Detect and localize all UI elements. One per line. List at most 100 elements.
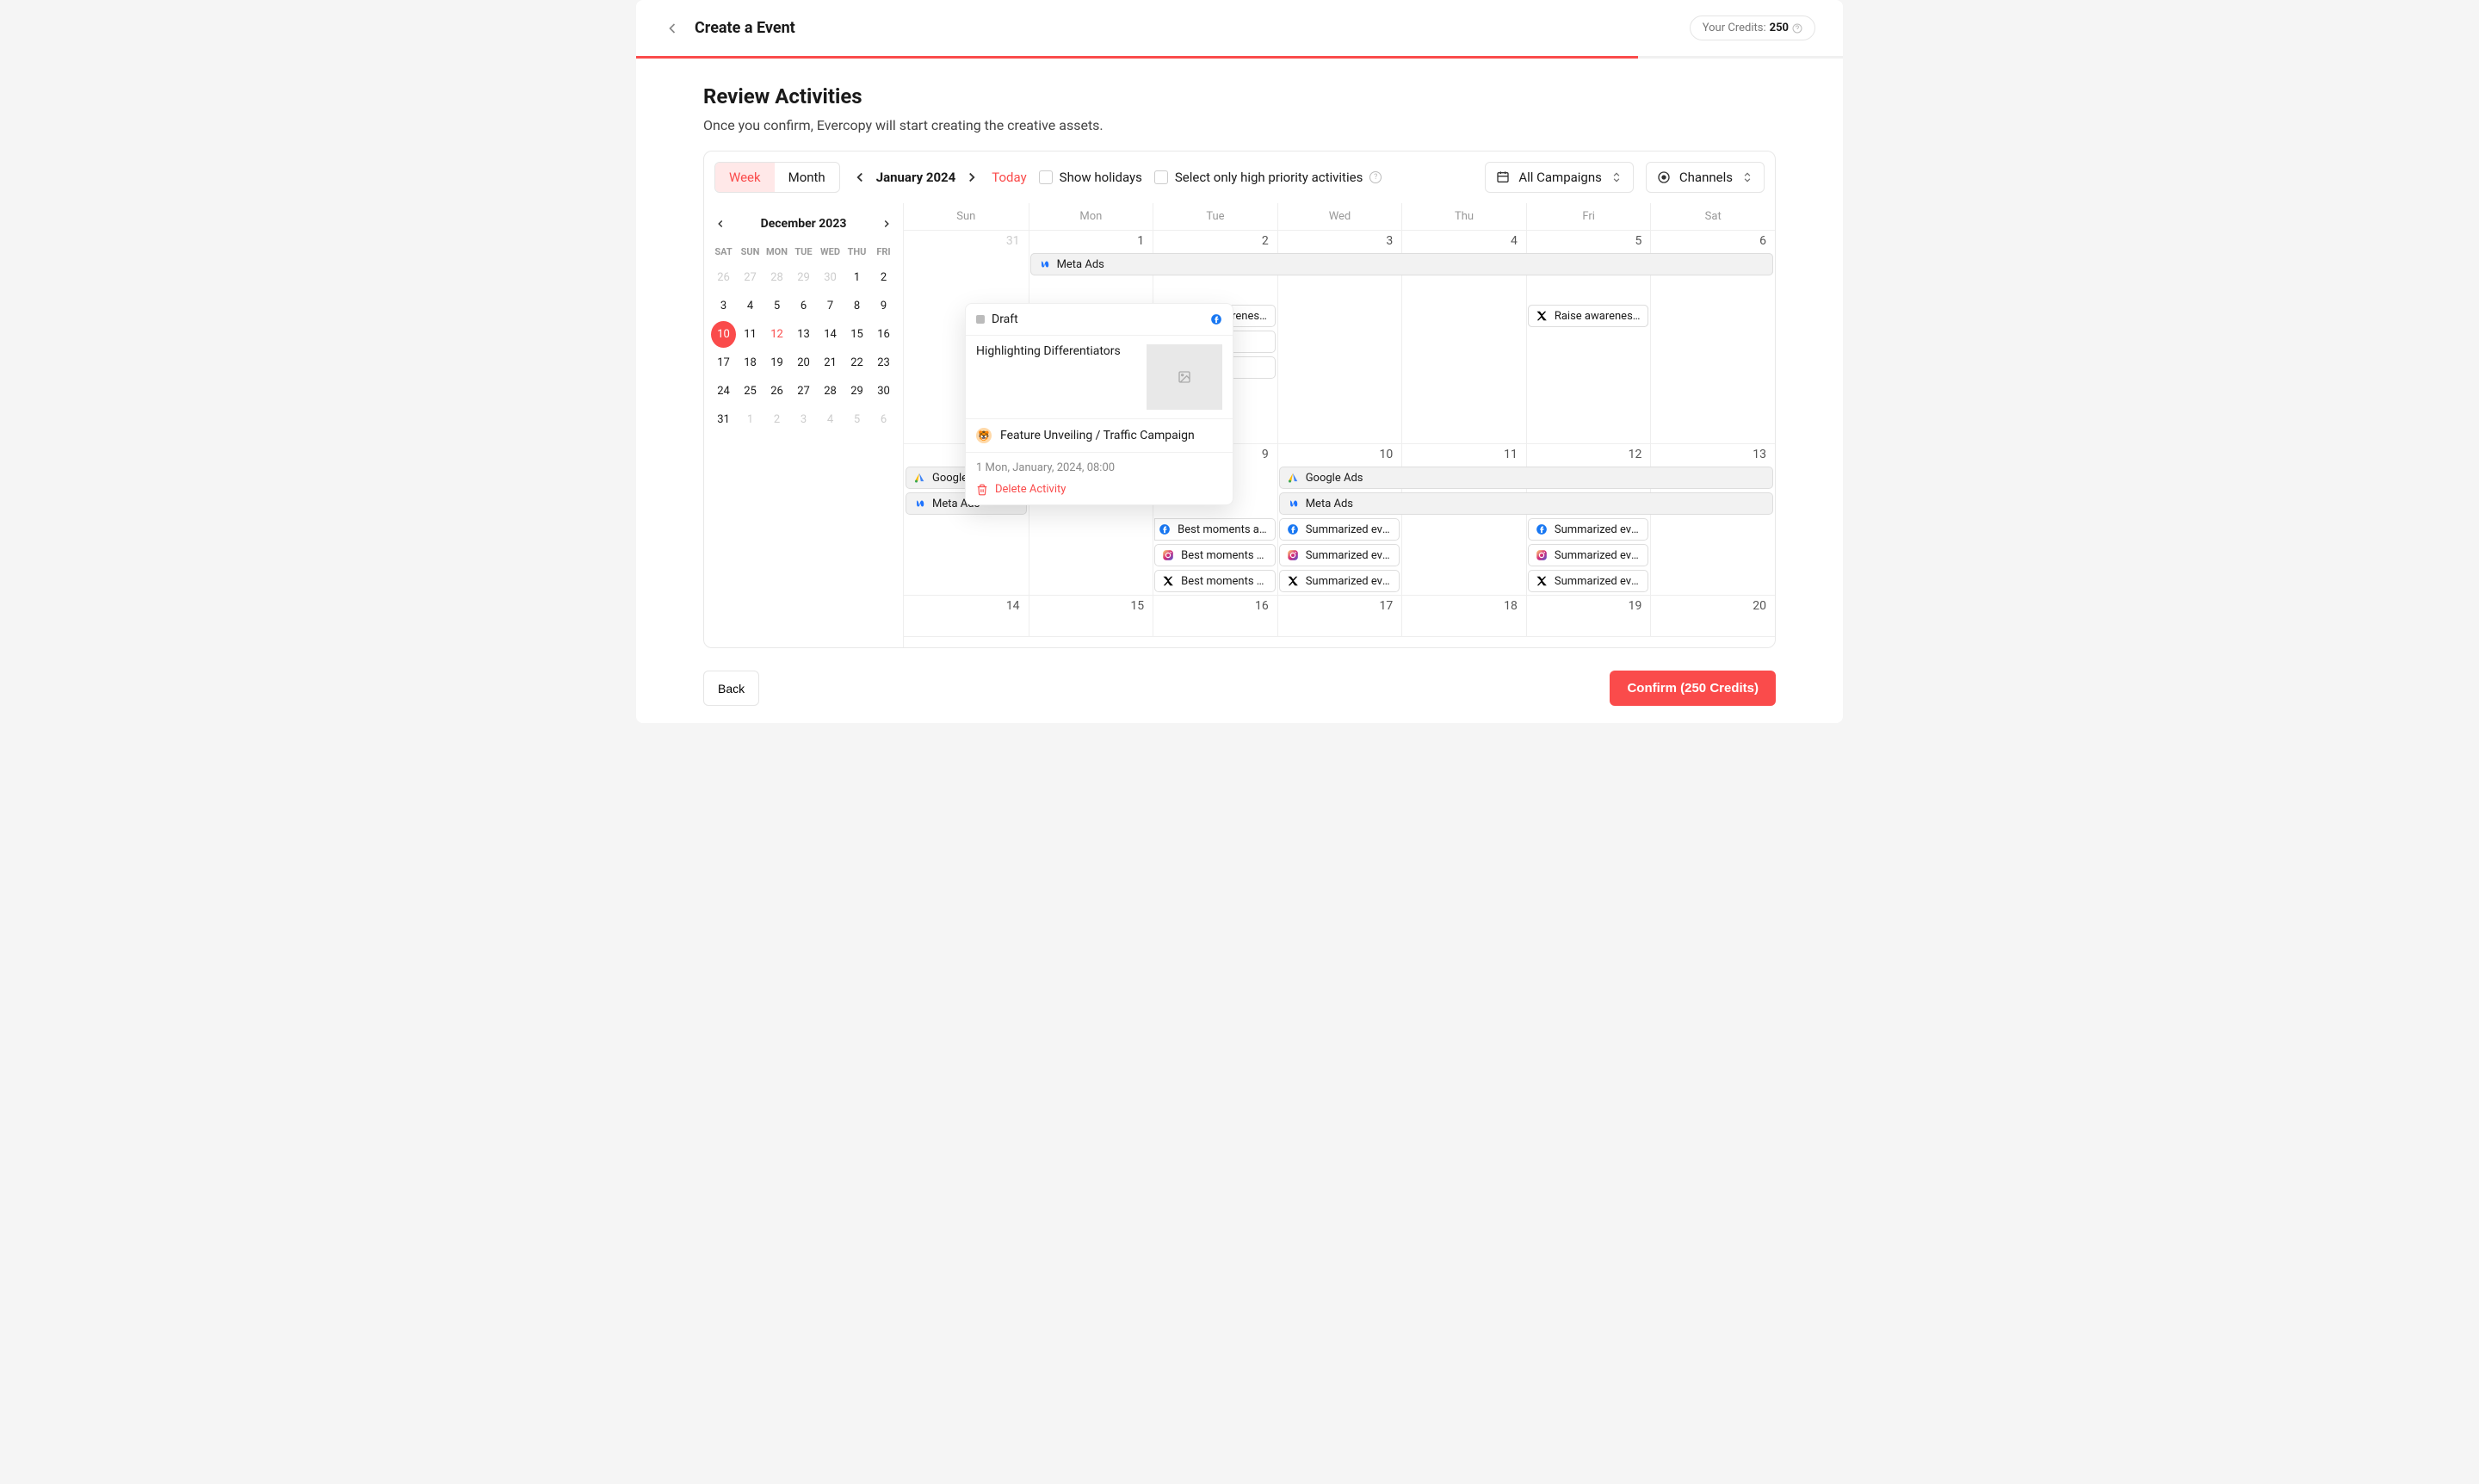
dow-header: Sun bbox=[904, 203, 1029, 230]
mini-day[interactable]: 10 bbox=[711, 321, 736, 348]
activity-chip[interactable]: Raise awareness ab... bbox=[1528, 305, 1649, 327]
activity-chip[interactable]: Best moments and i... bbox=[1154, 570, 1276, 592]
campaigns-dropdown[interactable]: All Campaigns bbox=[1485, 162, 1634, 193]
mini-day[interactable]: 2 bbox=[764, 406, 789, 433]
mini-day[interactable]: 12 bbox=[764, 321, 789, 348]
show-holidays-checkbox[interactable]: Show holidays bbox=[1039, 170, 1142, 185]
day-cell[interactable]: 14 bbox=[904, 596, 1029, 636]
checkbox-icon bbox=[1039, 170, 1053, 184]
confirm-button[interactable]: Confirm (250 Credits) bbox=[1610, 671, 1776, 706]
mini-day[interactable]: 29 bbox=[791, 264, 816, 291]
day-number: 13 bbox=[1753, 448, 1766, 461]
mini-prev-icon[interactable] bbox=[714, 218, 726, 230]
day-cell[interactable]: 16 bbox=[1153, 596, 1277, 636]
high-priority-checkbox[interactable]: Select only high priority activities ? bbox=[1154, 170, 1382, 185]
channels-icon bbox=[1657, 170, 1671, 184]
day-cell[interactable]: 19 bbox=[1526, 596, 1651, 636]
day-number: 20 bbox=[1753, 599, 1766, 613]
mini-day[interactable]: 1 bbox=[844, 264, 869, 291]
prev-month-icon[interactable] bbox=[852, 170, 868, 185]
mini-next-icon[interactable] bbox=[881, 218, 893, 230]
mini-day[interactable]: 28 bbox=[764, 264, 789, 291]
popover-image-placeholder bbox=[1147, 344, 1222, 410]
page-subtitle: Once you confirm, Evercopy will start cr… bbox=[703, 117, 1776, 133]
popover-campaign: Feature Unveiling / Traffic Campaign bbox=[1000, 429, 1195, 442]
mini-day[interactable]: 23 bbox=[871, 349, 896, 376]
activity-chip[interactable]: Best moments and i... bbox=[1154, 544, 1276, 566]
day-number: 11 bbox=[1504, 448, 1518, 461]
mini-calendar: December 2023 SATSUNMONTUEWEDTHUFRI26272… bbox=[704, 203, 904, 647]
mini-day[interactable]: 27 bbox=[791, 378, 816, 405]
mini-day[interactable]: 4 bbox=[818, 406, 843, 433]
delete-activity-button[interactable]: Delete Activity bbox=[976, 483, 1222, 496]
mini-day[interactable]: 1 bbox=[738, 406, 763, 433]
high-priority-label: Select only high priority activities bbox=[1175, 170, 1363, 185]
day-cell[interactable]: 20 bbox=[1650, 596, 1775, 636]
mini-dow-header: TUE bbox=[791, 241, 816, 263]
day-number: 16 bbox=[1255, 599, 1269, 613]
campaign-bar[interactable]: Google Ads bbox=[1279, 467, 1773, 489]
mini-day[interactable]: 29 bbox=[844, 378, 869, 405]
mini-day[interactable]: 22 bbox=[844, 349, 869, 376]
mini-day[interactable]: 26 bbox=[764, 378, 789, 405]
campaign-bar[interactable]: Meta Ads bbox=[1279, 492, 1773, 515]
day-number: 6 bbox=[1759, 234, 1766, 248]
today-link[interactable]: Today bbox=[992, 170, 1026, 185]
info-icon[interactable]: ? bbox=[1369, 171, 1382, 183]
mini-day[interactable]: 7 bbox=[818, 293, 843, 319]
view-toggle: Week Month bbox=[714, 162, 840, 193]
mini-day[interactable]: 2 bbox=[871, 264, 896, 291]
campaign-bar[interactable]: Meta Ads bbox=[1030, 253, 1773, 275]
day-cell[interactable]: 17 bbox=[1277, 596, 1402, 636]
mini-day[interactable]: 6 bbox=[871, 406, 896, 433]
next-month-icon[interactable] bbox=[964, 170, 980, 185]
mini-day[interactable]: 20 bbox=[791, 349, 816, 376]
activity-chip[interactable]: Summarized event e... bbox=[1528, 518, 1649, 541]
view-week-button[interactable]: Week bbox=[715, 163, 775, 192]
mini-day[interactable]: 25 bbox=[738, 378, 763, 405]
mini-day[interactable]: 4 bbox=[738, 293, 763, 319]
mini-day[interactable]: 11 bbox=[738, 321, 763, 348]
mini-day[interactable]: 31 bbox=[711, 406, 736, 433]
mini-day[interactable]: 26 bbox=[711, 264, 736, 291]
mini-day[interactable]: 3 bbox=[791, 406, 816, 433]
day-number: 5 bbox=[1635, 234, 1642, 248]
activity-chip[interactable]: Summarized event e... bbox=[1528, 570, 1649, 592]
back-button[interactable]: Back bbox=[703, 671, 759, 706]
dow-header: Sat bbox=[1650, 203, 1775, 230]
activity-chip[interactable]: Summarized event e... bbox=[1279, 518, 1400, 541]
mini-day[interactable]: 6 bbox=[791, 293, 816, 319]
mini-day[interactable]: 3 bbox=[711, 293, 736, 319]
mini-day[interactable]: 14 bbox=[818, 321, 843, 348]
mini-day[interactable]: 9 bbox=[871, 293, 896, 319]
channels-dropdown[interactable]: Channels bbox=[1646, 162, 1765, 193]
day-cell[interactable]: 18 bbox=[1401, 596, 1526, 636]
mini-day[interactable]: 30 bbox=[818, 264, 843, 291]
mini-day[interactable]: 19 bbox=[764, 349, 789, 376]
campaigns-icon bbox=[1496, 170, 1510, 184]
activity-chip[interactable]: Summarized event e... bbox=[1279, 544, 1400, 566]
mini-day[interactable]: 17 bbox=[711, 349, 736, 376]
activity-chip[interactable]: Summarized event e... bbox=[1279, 570, 1400, 592]
mini-day[interactable]: 16 bbox=[871, 321, 896, 348]
chevron-updown-icon bbox=[1610, 171, 1623, 183]
help-icon[interactable] bbox=[1792, 23, 1802, 34]
day-cell[interactable]: 15 bbox=[1029, 596, 1153, 636]
activity-chip[interactable]: Summarized event e... bbox=[1528, 544, 1649, 566]
mini-day[interactable]: 15 bbox=[844, 321, 869, 348]
mini-dow-header: MON bbox=[764, 241, 789, 263]
credits-pill: Your Credits: 250 bbox=[1690, 15, 1815, 40]
mini-day[interactable]: 24 bbox=[711, 378, 736, 405]
mini-day[interactable]: 21 bbox=[818, 349, 843, 376]
mini-day[interactable]: 5 bbox=[764, 293, 789, 319]
activity-chip[interactable]: Best moments and i... bbox=[1154, 518, 1276, 541]
mini-day[interactable]: 28 bbox=[818, 378, 843, 405]
mini-day[interactable]: 13 bbox=[791, 321, 816, 348]
back-arrow-icon[interactable] bbox=[664, 20, 681, 37]
mini-day[interactable]: 8 bbox=[844, 293, 869, 319]
mini-day[interactable]: 5 bbox=[844, 406, 869, 433]
view-month-button[interactable]: Month bbox=[775, 163, 839, 192]
mini-day[interactable]: 27 bbox=[738, 264, 763, 291]
mini-day[interactable]: 18 bbox=[738, 349, 763, 376]
mini-day[interactable]: 30 bbox=[871, 378, 896, 405]
